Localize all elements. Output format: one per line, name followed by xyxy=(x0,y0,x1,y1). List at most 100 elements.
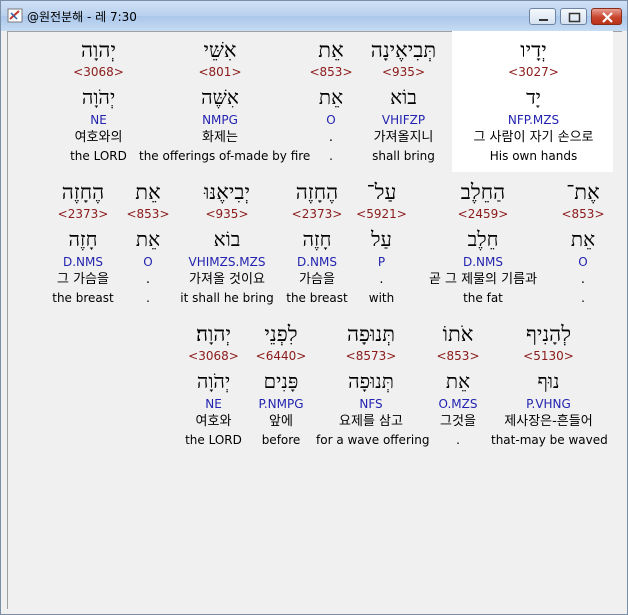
korean-gloss: 가슴을 xyxy=(299,272,335,287)
lemma-word: אִשֶּׁה xyxy=(201,85,239,109)
lemma-word: נוּף xyxy=(537,369,560,393)
word-block[interactable]: לִפְנֵי <6440> פָּנִים P.NMPG 앞에 before xyxy=(251,321,311,449)
korean-gloss: 앞에 xyxy=(269,414,293,429)
word-block[interactable]: תְּבִיאֶינָה <935> בוֹא VHIFZP 가져올지니 sha… xyxy=(356,37,451,165)
lemma-word: בוֹא xyxy=(213,227,241,251)
hebrew-word: אֹתוֹ xyxy=(442,322,474,346)
strong-number[interactable]: <935> xyxy=(175,205,279,223)
korean-gloss: . xyxy=(328,130,334,145)
window-title: @원전분해 - 레 7:30 xyxy=(27,10,137,24)
word-block[interactable]: הַחֵלֶב <2459> חֵלֶב D.NMS 곧 그 제물의 기름과 t… xyxy=(413,179,553,307)
strong-number[interactable]: <3068> xyxy=(181,347,246,365)
lemma-word: תְּנוּפָה xyxy=(348,369,394,393)
hebrew-word: אֵת xyxy=(135,180,161,204)
strong-number[interactable]: <8573> xyxy=(316,347,426,365)
korean-gloss: . xyxy=(379,272,384,287)
strong-number[interactable]: <3027> xyxy=(456,63,611,81)
word-block[interactable]: אִשֵּׁי <801> אִשֶּׁה NMPG 화제는 the offer… xyxy=(139,37,310,165)
korean-gloss: 가져올지니 xyxy=(373,130,434,145)
parsing-code: D.NMS xyxy=(462,255,503,269)
korean-gloss: 요제를 삼고 xyxy=(339,414,403,429)
word-block[interactable]: הֶחָזֶה <2373> חָזֶה D.NMS 가슴을 the breas… xyxy=(281,179,353,307)
english-gloss: . xyxy=(456,433,460,447)
word-block[interactable]: אֵת <853> אֵת O . . xyxy=(306,37,356,165)
parsing-code: NFS xyxy=(359,397,383,411)
english-gloss: the breast xyxy=(52,291,114,305)
hebrew-word: יְהוָה׃ xyxy=(195,322,232,346)
maximize-button[interactable] xyxy=(560,8,587,25)
korean-gloss: 가져올 것이요 xyxy=(189,272,265,287)
parsing-code: NE xyxy=(205,397,222,411)
word-block[interactable]: אֵת <853> אֵת O . . xyxy=(124,179,172,307)
strong-number[interactable]: <6440> xyxy=(251,347,311,365)
strong-number[interactable]: <853> xyxy=(306,63,356,81)
lemma-word: עַל xyxy=(371,227,392,251)
hebrew-word: עַל־ xyxy=(366,180,397,204)
hebrew-word: לְהָנִיף xyxy=(525,322,572,346)
strong-number[interactable]: <853> xyxy=(557,205,609,223)
korean-gloss: 그 가슴을 xyxy=(57,272,109,287)
lemma-word: חֵלֶב xyxy=(467,227,499,251)
app-icon xyxy=(7,8,23,23)
english-gloss: shall bring xyxy=(372,149,435,163)
english-gloss: it shall he bring xyxy=(180,291,274,305)
word-block[interactable]: יְהוָה <3068> יְהֹוָה NE 여호와의 the LORD xyxy=(61,37,136,165)
lemma-word: אֵת xyxy=(445,369,471,393)
korean-gloss: 여호와 xyxy=(195,414,232,429)
hebrew-word: תְּבִיאֶינָה xyxy=(370,38,437,62)
korean-gloss: 그 사람이 자기 손으로 xyxy=(473,130,594,145)
lemma-word: בוֹא xyxy=(390,85,417,109)
parsing-code: D.NMS xyxy=(62,255,103,269)
english-gloss: that-may be waved xyxy=(491,433,608,447)
lemma-word: יְהֹוָה xyxy=(81,85,116,109)
strong-number[interactable]: <853> xyxy=(428,347,488,365)
close-button[interactable] xyxy=(591,8,622,25)
lemma-word: חָזֶה xyxy=(68,227,98,251)
english-gloss: His own hands xyxy=(489,149,578,163)
parsing-code: O xyxy=(326,113,336,127)
strong-number[interactable]: <3068> xyxy=(61,63,136,81)
english-gloss: before xyxy=(261,433,301,447)
lemma-word: יְהֹוָה xyxy=(196,369,231,393)
minimize-icon xyxy=(539,19,548,21)
parsing-code: P.VHNG xyxy=(526,397,571,411)
strong-number[interactable]: <935> xyxy=(356,63,451,81)
hebrew-word: תְּנוּפָה xyxy=(346,322,396,346)
strong-number[interactable]: <2373> xyxy=(45,205,121,223)
minimize-button[interactable] xyxy=(529,8,556,25)
word-block[interactable]: יְהוָה׃ <3068> יְהֹוָה NE 여호와 the LORD xyxy=(181,321,246,449)
korean-gloss: 여호와의 xyxy=(74,130,123,145)
lemma-word: פָּנִים xyxy=(263,369,299,393)
word-block[interactable]: עַל־ <5921> עַל P . with xyxy=(354,179,409,307)
strong-number[interactable]: <5130> xyxy=(491,347,606,365)
lemma-word: אֵת xyxy=(135,227,161,251)
strong-number[interactable]: <2373> xyxy=(281,205,353,223)
strong-number[interactable]: <801> xyxy=(139,63,301,81)
word-block[interactable]: יְדָיו <3027> יָד NFP.MZS 그 사람이 자기 손으로 H… xyxy=(456,37,611,165)
title-bar[interactable]: @원전분해 - 레 7:30 xyxy=(1,1,627,31)
english-gloss: the fat xyxy=(463,291,503,305)
word-block[interactable]: אֶת־ <853> אֵת O . . xyxy=(557,179,609,307)
strong-number[interactable]: <2459> xyxy=(413,205,553,223)
parsing-code: NMPG xyxy=(202,113,238,127)
hebrew-word: אִשֵּׁי xyxy=(203,38,237,62)
word-block[interactable]: לְהָנִיף <5130> נוּף P.VHNG 제사장은-흔들어 tha… xyxy=(491,321,608,449)
korean-gloss: 화제는 xyxy=(202,130,238,145)
strong-number[interactable]: <853> xyxy=(124,205,172,223)
english-gloss: the breast xyxy=(286,291,348,305)
parsing-code: VHIFZP xyxy=(381,113,426,127)
word-block[interactable]: תְּנוּפָה <8573> תְּנוּפָה NFS 요제를 삼고 fo… xyxy=(316,321,430,449)
strong-number[interactable]: <5921> xyxy=(354,205,409,223)
parsing-code: O.MZS xyxy=(438,397,478,411)
word-block[interactable]: יְבִיאֶנּוּ <935> בוֹא VHIMZS.MZS 가져올 것이… xyxy=(175,179,279,307)
english-gloss: with xyxy=(368,291,395,305)
english-gloss: . xyxy=(581,291,585,305)
english-gloss: the LORD xyxy=(70,149,127,163)
english-gloss: for a wave offering xyxy=(316,433,430,447)
korean-gloss: 그것을 xyxy=(440,414,476,429)
korean-gloss: 곧 그 제물의 기름과 xyxy=(428,272,538,287)
parsing-code: NE xyxy=(90,113,107,127)
hebrew-word: לִפְנֵי xyxy=(264,322,298,346)
word-block[interactable]: אֹתוֹ <853> אֵת O.MZS 그것을 . xyxy=(428,321,488,449)
word-block[interactable]: הֶחָזֶה <2373> חָזֶה D.NMS 그 가슴을 the bre… xyxy=(45,179,121,307)
